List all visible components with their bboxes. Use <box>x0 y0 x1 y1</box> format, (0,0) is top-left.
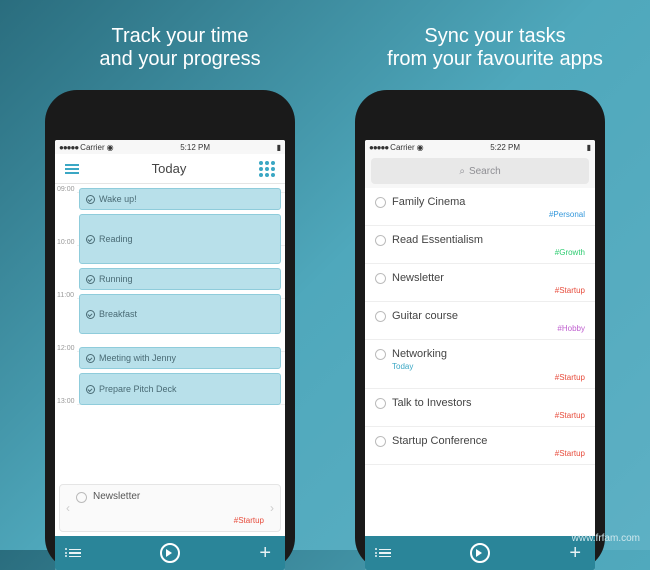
grid-icon[interactable] <box>259 161 275 177</box>
time-label: 11:00 <box>57 292 74 299</box>
list-item[interactable]: Networking Today #Startup <box>365 340 595 389</box>
battery-icon: ▮ <box>277 143 281 152</box>
check-icon <box>86 275 95 284</box>
list-item-title: Networking <box>392 348 585 360</box>
chevron-left-icon[interactable]: ‹ <box>66 501 70 515</box>
list-icon[interactable] <box>379 549 391 558</box>
unchecked-icon[interactable] <box>375 436 386 447</box>
list-icon[interactable] <box>69 549 81 558</box>
unchecked-icon[interactable] <box>375 311 386 322</box>
timeline[interactable]: 09:00 10:00 11:00 12:00 13:00 Wake up! R… <box>55 184 285 570</box>
search-placeholder: Search <box>469 166 501 177</box>
nav-title: Today <box>152 161 187 176</box>
task-wake[interactable]: Wake up! <box>79 188 281 210</box>
check-icon <box>86 310 95 319</box>
task-running[interactable]: Running <box>79 268 281 290</box>
list-item[interactable]: Guitar course #Hobby <box>365 302 595 340</box>
phone-left: ●●●●●Carrier◉ 5:12 PM ▮ Today 09:00 10:0… <box>45 90 295 570</box>
new-task-card[interactable]: ‹ Newsletter #Startup › <box>59 484 281 532</box>
unchecked-icon[interactable] <box>375 235 386 246</box>
check-icon <box>86 195 95 204</box>
statusbar: ●●●●●Carrier◉ 5:12 PM ▮ <box>55 140 285 154</box>
list-item[interactable]: Startup Conference #Startup <box>365 427 595 465</box>
carrier-label: Carrier <box>390 143 414 152</box>
new-task-title: Newsletter <box>93 491 264 502</box>
search-icon: ⌕ <box>459 166 465 177</box>
menu-icon[interactable] <box>65 164 79 174</box>
time-label: 13:00 <box>57 398 75 405</box>
task-breakfast[interactable]: Breakfast <box>79 294 281 334</box>
unchecked-icon[interactable] <box>76 492 87 503</box>
list-item-title: Startup Conference <box>392 435 585 447</box>
check-icon <box>86 235 95 244</box>
headline-right: Sync your tasksfrom your favourite apps <box>365 25 625 71</box>
list-item-tag: #Startup <box>555 286 585 295</box>
list-item[interactable]: Newsletter #Startup <box>365 264 595 302</box>
list-item-title: Family Cinema <box>392 196 585 208</box>
search-input[interactable]: ⌕ Search <box>371 158 589 184</box>
add-icon[interactable]: + <box>259 542 271 565</box>
task-pitch[interactable]: Prepare Pitch Deck <box>79 373 281 405</box>
wifi-icon: ◉ <box>107 143 114 152</box>
time-label: 12:00 <box>57 345 75 352</box>
list-item-tag: #Startup <box>555 411 585 420</box>
list-item-tag: #Hobby <box>557 324 585 333</box>
check-icon <box>86 385 95 394</box>
wifi-icon: ◉ <box>417 143 424 152</box>
new-task-tag: #Startup <box>234 516 264 525</box>
time-label: 09:00 <box>57 186 75 193</box>
list-item-title: Talk to Investors <box>392 397 585 409</box>
battery-icon: ▮ <box>587 143 591 152</box>
list-item-title: Read Essentialism <box>392 234 585 246</box>
app-logo-icon[interactable] <box>160 543 180 563</box>
time-label: 10:00 <box>57 239 75 246</box>
list-item-tag: #Startup <box>555 373 585 382</box>
carrier-label: Carrier <box>80 143 104 152</box>
task-label: Breakfast <box>99 309 137 319</box>
list-item-title: Newsletter <box>392 272 585 284</box>
phone-right: ●●●●●Carrier◉ 5:22 PM ▮ ⌕ Search Family … <box>355 90 605 570</box>
task-label: Prepare Pitch Deck <box>99 384 177 394</box>
check-icon <box>86 354 95 363</box>
status-time: 5:12 PM <box>180 143 210 152</box>
list-item-subtitle: Today <box>392 362 585 371</box>
list-item-tag: #Growth <box>555 248 585 257</box>
screen-left: ●●●●●Carrier◉ 5:12 PM ▮ Today 09:00 10:0… <box>55 140 285 570</box>
chevron-right-icon[interactable]: › <box>270 501 274 515</box>
navbar: Today <box>55 154 285 184</box>
watermark: www.frfam.com <box>572 533 640 544</box>
list-item[interactable]: Family Cinema #Personal <box>365 188 595 226</box>
task-label: Running <box>99 274 133 284</box>
task-reading[interactable]: Reading <box>79 214 281 264</box>
task-meeting[interactable]: Meeting with Jenny <box>79 347 281 369</box>
task-label: Meeting with Jenny <box>99 353 176 363</box>
screen-right: ●●●●●Carrier◉ 5:22 PM ▮ ⌕ Search Family … <box>365 140 595 570</box>
task-label: Reading <box>99 234 133 244</box>
list-item-title: Guitar course <box>392 310 585 322</box>
unchecked-icon[interactable] <box>375 273 386 284</box>
app-logo-icon[interactable] <box>470 543 490 563</box>
status-time: 5:22 PM <box>490 143 520 152</box>
task-list[interactable]: Family Cinema #Personal Read Essentialism #… <box>365 188 595 570</box>
bottombar: + <box>55 536 285 570</box>
list-item[interactable]: Read Essentialism #Growth <box>365 226 595 264</box>
unchecked-icon[interactable] <box>375 197 386 208</box>
list-item-tag: #Personal <box>549 210 585 219</box>
task-label: Wake up! <box>99 194 137 204</box>
bottombar: + <box>365 536 595 570</box>
list-item-tag: #Startup <box>555 449 585 458</box>
statusbar: ●●●●●Carrier◉ 5:22 PM ▮ <box>365 140 595 154</box>
list-item[interactable]: Talk to Investors #Startup <box>365 389 595 427</box>
signal-icon: ●●●●● <box>369 143 388 152</box>
unchecked-icon[interactable] <box>375 398 386 409</box>
headline-left: Track your timeand your progress <box>50 25 310 71</box>
add-icon[interactable]: + <box>569 542 581 565</box>
signal-icon: ●●●●● <box>59 143 78 152</box>
unchecked-icon[interactable] <box>375 349 386 360</box>
